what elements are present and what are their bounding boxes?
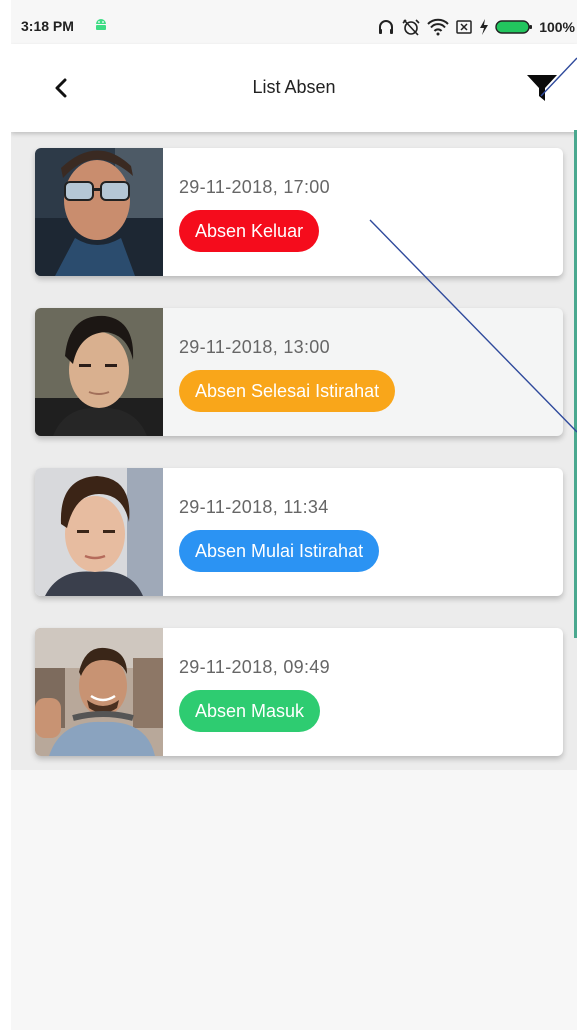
status-badge: Absen Mulai Istirahat: [179, 530, 380, 572]
status-badge: Absen Masuk: [179, 690, 321, 732]
app-bar: List Absen: [11, 44, 577, 132]
android-icon: [96, 19, 106, 30]
card-body: 29-11-2018, 11:34 Absen Mulai Istirahat: [163, 468, 380, 596]
avatar: [35, 148, 163, 276]
card-body: 29-11-2018, 13:00 Absen Selesai Istiraha…: [163, 308, 396, 436]
battery-icon: [495, 20, 533, 34]
list-item[interactable]: 29-11-2018, 11:34 Absen Mulai Istirahat: [35, 468, 563, 596]
list-item[interactable]: 29-11-2018, 09:49 Absen Masuk: [35, 628, 563, 756]
sim-off-icon: [456, 20, 472, 34]
attendance-list: 29-11-2018, 17:00 Absen Keluar 29-11-201…: [11, 132, 577, 770]
filter-icon: [527, 75, 557, 101]
charging-icon: [480, 19, 489, 35]
item-datetime: 29-11-2018, 09:49: [179, 657, 330, 677]
list-item[interactable]: 29-11-2018, 17:00 Absen Keluar: [35, 148, 563, 276]
list-item[interactable]: 29-11-2018, 13:00 Absen Selesai Istiraha…: [35, 308, 563, 436]
card-body: 29-11-2018, 17:00 Absen Keluar: [163, 148, 330, 276]
status-time: 3:18 PM: [21, 18, 74, 34]
status-badge: Absen Keluar: [179, 210, 320, 252]
filter-button[interactable]: [523, 70, 561, 106]
alarm-off-icon: [402, 19, 420, 36]
battery-percentage: 100%: [539, 19, 575, 35]
avatar: [35, 628, 163, 756]
status-badge: Absen Selesai Istirahat: [179, 370, 396, 412]
card-body: 29-11-2018, 09:49 Absen Masuk: [163, 628, 330, 756]
item-datetime: 29-11-2018, 11:34: [179, 497, 329, 517]
item-datetime: 29-11-2018, 17:00: [179, 177, 330, 197]
wifi-icon: [427, 18, 449, 36]
headphones-icon: [379, 20, 394, 34]
status-icons: 100%: [377, 16, 575, 38]
avatar: [35, 468, 163, 596]
phone-screen: 3:18 PM 100% List Absen 29-11-2018, 17:0…: [11, 0, 577, 1030]
avatar: [35, 308, 163, 436]
item-datetime: 29-11-2018, 13:00: [179, 337, 330, 357]
page-title: List Absen: [252, 77, 336, 97]
